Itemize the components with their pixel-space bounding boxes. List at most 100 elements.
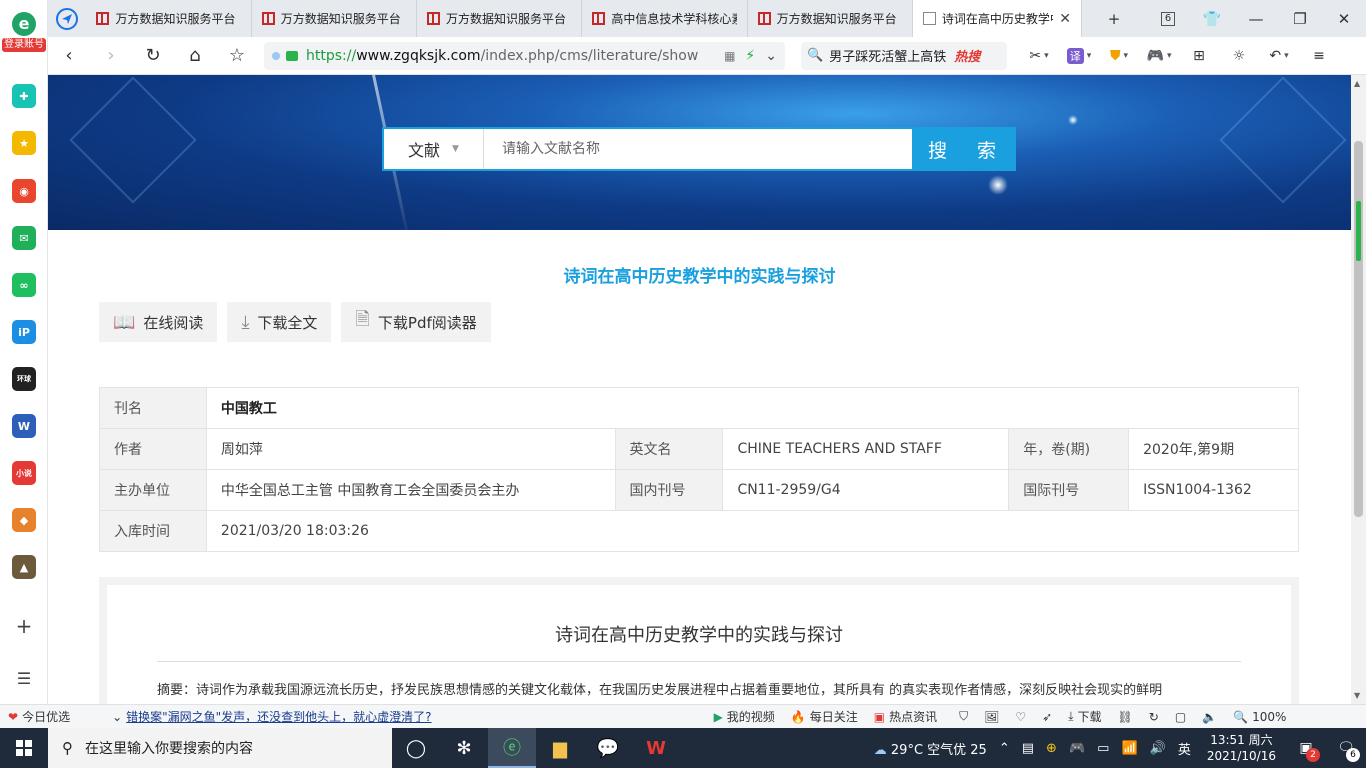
file-explorer-icon[interactable]: ▆ [536,728,584,768]
scrollbar-thumb[interactable] [1354,141,1363,517]
restore-icon[interactable]: ❐ [1278,0,1322,37]
scroll-up-icon[interactable]: ▲ [1354,79,1360,88]
browser-tab[interactable]: 万方数据知识服务平台 [748,0,913,37]
translate-icon: 译 [1066,47,1084,64]
speed-mode-icon[interactable]: ⚡ [745,48,755,64]
rocket-icon[interactable]: ➶ [1034,710,1060,724]
wps-icon[interactable]: W [632,728,680,768]
english-name-value: CHINE TEACHERS AND STAFF [722,428,1010,470]
speaker-icon[interactable]: 🔊 [1144,741,1172,756]
browser-taskbar-icon[interactable]: ⓔ [488,728,536,768]
health-icon[interactable]: ♡ [1007,710,1034,724]
link-icon[interactable]: ∞ [12,273,36,297]
browser-logo[interactable]: e 登录账号 [2,12,46,52]
wechat-icon[interactable]: 💬 [584,728,632,768]
mail-icon[interactable]: ✉ [12,226,36,250]
minimize-icon[interactable]: — [1234,0,1278,37]
game2-icon[interactable]: ▲ [12,555,36,579]
brightness-icon[interactable]: ☼ [1219,37,1259,75]
pinwheel-app-icon[interactable]: ✻ [440,728,488,768]
tab-nav-button[interactable] [48,0,86,37]
news-icon: ▣ [873,709,886,724]
page-scrollbar[interactable]: ▲ ▼ [1351,75,1366,704]
download-full-button[interactable]: ⤓ 下载全文 [227,302,332,342]
forward-icon[interactable]: › [90,37,132,75]
home-icon[interactable]: ⌂ [174,37,216,75]
app-sidebar: e 登录账号 ✚ ★ ◉ ✉ ∞ iP 环球 W 小说 ◆ ▲ + ☰ [0,0,48,728]
browser-menu-icon[interactable]: ≡ [1299,37,1339,75]
daily-focus[interactable]: 🔥 每日关注 [783,708,866,725]
reload-icon[interactable]: ↻ [132,37,174,75]
browser-tab[interactable]: 万方数据知识服务平台 [252,0,418,37]
volume-icon[interactable]: 🔈 [1194,710,1225,724]
favorites-star-icon[interactable]: ★ [12,131,36,155]
game-tray-icon[interactable]: 🎮 [1063,741,1091,756]
link-icon[interactable]: ⛓ [1110,710,1141,724]
menu-icon[interactable]: ☰ [12,666,36,690]
refresh-icon[interactable]: ↻ [1141,710,1167,724]
back-icon[interactable]: ‹ [48,37,90,75]
notes-icon[interactable]: ▤ [1016,741,1040,756]
site-info-icon[interactable] [272,51,280,60]
weather-widget[interactable]: ☁ 29°C 空气优 25 [868,739,993,758]
search-bar[interactable]: 🔍 男子踩死活蟹上高铁 热搜 [801,41,1007,70]
url-bar[interactable]: https://www.zgqksjk.com/index.php/cms/li… [264,41,785,70]
network-icon[interactable]: 📶 [1115,741,1143,756]
new-tab-icon[interactable]: + [1092,0,1136,37]
mini-program-icon[interactable]: 小说 [12,461,36,485]
add-icon[interactable]: + [12,614,36,638]
battery-icon[interactable]: ▭ [1091,741,1115,756]
game-icon[interactable]: ◆ [12,508,36,532]
chevron-down-icon[interactable]: ⌄ [765,48,777,64]
wanfang-favicon-icon [592,12,606,25]
weibo-icon[interactable]: ◉ [12,179,36,203]
browser-tab[interactable]: 高中信息技术学科核心素养 [582,0,748,37]
apps-grid-icon[interactable]: ⊞ [1179,37,1219,75]
action-center-icon[interactable]: 🗨 6 [1326,728,1366,768]
undo-button[interactable]: ↶ ▾ [1259,37,1299,75]
search-button[interactable]: 搜 索 [912,129,1014,169]
download-pdf-reader-button[interactable]: 🗎 下载Pdf阅读器 [341,302,491,342]
close-tab-icon[interactable]: ✕ [1059,11,1071,27]
health-cross-icon[interactable]: ✚ [12,84,36,108]
start-button[interactable] [0,728,48,768]
qr-code-icon[interactable]: ▦ [718,49,735,63]
image-icon[interactable]: 🖼 [976,710,1007,724]
literature-search-input[interactable] [484,129,912,169]
taskbar-search[interactable]: ⚲ 在这里输入你要搜索的内容 [48,728,392,768]
chevron-up-icon[interactable]: ⌃ [993,741,1016,756]
bookmark-star-icon[interactable]: ☆ [216,37,258,75]
tab-count-button[interactable]: 6 [1146,0,1190,37]
zoom-level[interactable]: 🔍 100% [1225,710,1294,724]
green-app-icon[interactable]: ⊕ [1040,741,1063,756]
browser-tab-active[interactable]: 诗词在高中历史教学中的实践与探讨✕ [912,0,1082,37]
search-category-select[interactable]: 文献 ▼ [384,129,484,169]
game-controller-button[interactable]: 🎮 ▾ [1139,37,1179,75]
downloads[interactable]: ⤓ 下载 [1060,708,1109,725]
skin-icon[interactable]: 👕 [1190,0,1234,37]
my-video[interactable]: ▶ 我的视频 [706,708,783,725]
close-window-icon[interactable]: ✕ [1322,0,1366,37]
shield-icon[interactable]: ⛉ [951,709,976,724]
input-method[interactable]: 英 [1172,739,1197,758]
today-picks[interactable]: ❤ 今日优选 [0,708,78,725]
task-view-icon[interactable]: ◯ [392,728,440,768]
browser-tab[interactable]: 万方数据知识服务平台 [417,0,583,37]
abstract-text: 摘要：诗词作为承载我国源远流长历史，抒发民族思想情感的关键文化载体，在我国历史发… [157,683,1163,698]
word-doc-icon[interactable]: W [12,414,36,438]
news-ticker[interactable]: ⌄ 错换案"漏网之鱼"发声，还没查到他头上，就心虚澄清了? [104,708,439,725]
mail-tray-icon[interactable]: ▣ 2 [1286,728,1326,768]
read-online-button[interactable]: 📖 在线阅读 [99,302,218,342]
wallet-button[interactable]: ⛊ ▾ [1099,37,1139,75]
window-icon[interactable]: ▢ [1167,710,1194,724]
browser-tab[interactable]: 万方数据知识服务平台 [86,0,252,37]
ip-app-icon[interactable]: iP [12,320,36,344]
search-icon: ⚲ [62,739,73,757]
clock[interactable]: 13:51 周六 2021/10/16 [1197,732,1286,764]
login-account-button[interactable]: 登录账号 [2,38,46,52]
scroll-down-icon[interactable]: ▼ [1354,691,1360,700]
translate-button[interactable]: 译 ▾ [1059,37,1099,75]
news-app-icon[interactable]: 环球 [12,367,36,391]
cut-tool-button[interactable]: ✂ ▾ [1019,37,1059,75]
hot-news[interactable]: ▣ 热点资讯 [866,708,945,725]
